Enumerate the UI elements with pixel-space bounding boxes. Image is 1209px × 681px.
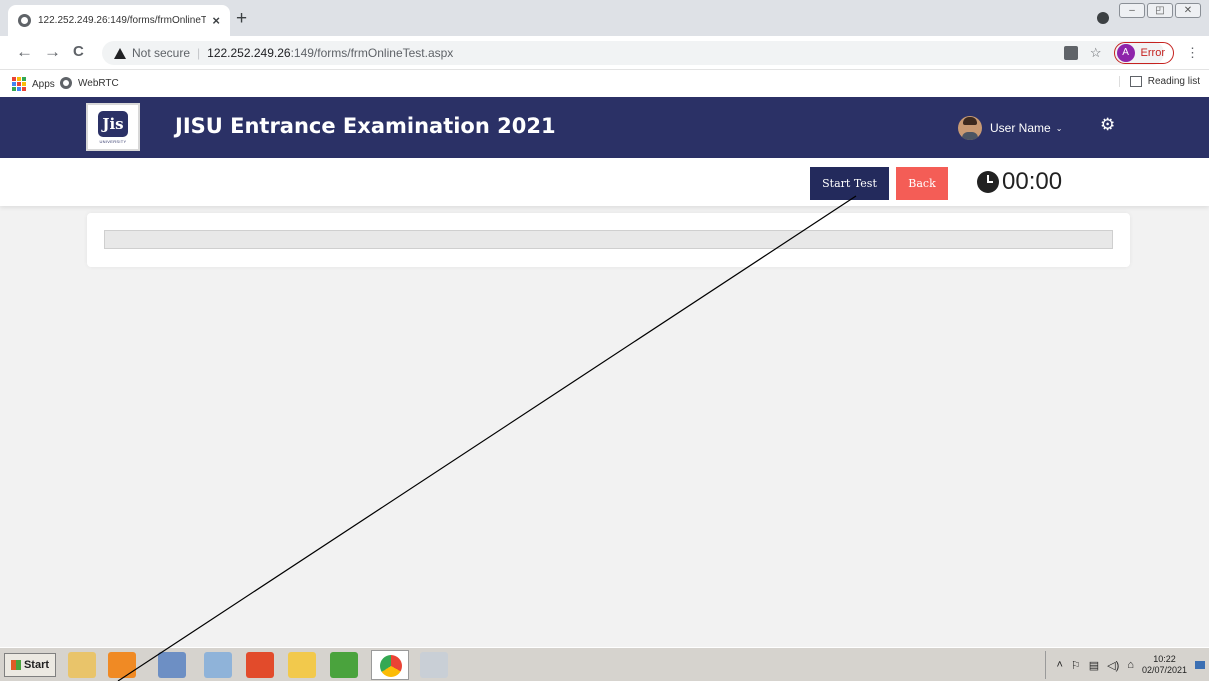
user-menu[interactable]: User Name ⌄ [958, 116, 1062, 140]
chrome-taskbar-button[interactable] [371, 650, 409, 680]
timer: 00:00 [977, 168, 1062, 196]
start-label: Start [23, 659, 50, 671]
warning-icon[interactable] [114, 47, 126, 59]
clock-icon [977, 171, 999, 193]
app-icon[interactable] [204, 652, 232, 678]
system-tray: ˄ ⚐ ▤ ◁) ⌂ 10:22 02/07/2021 [1045, 651, 1205, 679]
university-logo[interactable]: Jis UNIVERSITY [86, 103, 140, 151]
word-icon[interactable] [158, 652, 186, 678]
network-icon[interactable]: ▤ [1089, 659, 1099, 672]
address-separator: | [197, 46, 201, 60]
back-button[interactable]: Back [896, 167, 948, 200]
action-bar: Start Test Back 00:00 [0, 158, 1209, 206]
minimize-button[interactable]: – [1119, 3, 1145, 18]
reload-icon[interactable]: C [73, 43, 84, 61]
outlook-icon[interactable] [288, 652, 316, 678]
reading-list-label: Reading list [1147, 76, 1200, 87]
user-name: User Name [990, 121, 1051, 135]
bookmark-webrtc-label: WebRTC [78, 77, 119, 89]
apps-grid-icon [12, 77, 26, 91]
browser-tab-strip: 122.252.249.26:149/forms/frmOnlineTest.a… [0, 0, 1209, 36]
question-card [87, 213, 1130, 267]
tray-expand-icon[interactable]: ˄ [1056, 659, 1062, 671]
translate-icon[interactable] [1063, 46, 1078, 60]
url-host: 122.252.249.26 [207, 46, 291, 60]
tab-close-icon[interactable]: × [212, 13, 220, 28]
start-test-button[interactable]: Start Test [810, 167, 889, 200]
profile-status: Error [1140, 47, 1165, 59]
browser-tab[interactable]: 122.252.249.26:149/forms/frmOnlineTest.a… [8, 5, 230, 36]
tray-date: 02/07/2021 [1141, 665, 1187, 675]
bookmark-star-icon[interactable]: ☆ [1090, 45, 1102, 61]
bookmark-webrtc[interactable]: WebRTC [60, 77, 119, 89]
globe-icon [18, 14, 31, 27]
bookmark-apps-label: Apps [32, 78, 55, 90]
show-desktop-button[interactable] [1195, 661, 1205, 669]
power-icon[interactable]: ⌂ [1127, 659, 1134, 671]
media-indicator-icon[interactable] [1097, 12, 1109, 24]
maximize-button[interactable]: ◰ [1147, 3, 1173, 18]
back-arrow-icon[interactable]: ← [16, 43, 33, 61]
not-secure-label[interactable]: Not secure [132, 46, 190, 60]
windows-taskbar: Start ˄ ⚐ ▤ ◁) ⌂ 10:22 02/07/2021 [0, 647, 1209, 681]
profile-button[interactable]: A Error [1113, 42, 1174, 64]
bookmark-apps[interactable]: Apps [12, 77, 55, 91]
chevron-down-icon: ⌄ [1055, 123, 1063, 133]
avatar [958, 116, 982, 140]
volume-icon[interactable]: ◁) [1107, 659, 1119, 672]
timer-value: 00:00 [1002, 168, 1063, 195]
logo-subtext: UNIVERSITY [99, 138, 127, 144]
logo-mark: Jis [98, 110, 128, 137]
annotation-stroke [117, 195, 857, 681]
reading-list-button[interactable]: Reading list [1118, 76, 1200, 87]
bookmarks-bar: Apps WebRTC Reading list [0, 70, 1209, 97]
chrome-icon [380, 655, 402, 677]
file-explorer-icon[interactable] [68, 652, 96, 678]
progress-bar [104, 230, 1113, 249]
start-button[interactable]: Start [4, 653, 56, 677]
browser-toolbar: ← → C Not secure | 122.252.249.26:149/fo… [0, 36, 1209, 70]
flag-icon[interactable]: ⚐ [1071, 659, 1081, 672]
toolbar-right: ☆ A Error ⋮ [1063, 42, 1199, 64]
tray-time: 10:22 [1153, 654, 1176, 664]
globe-icon [60, 77, 72, 89]
address-bar[interactable]: Not secure | 122.252.249.26:149/forms/fr… [102, 41, 1164, 65]
window-controls: – ◰ ✕ [1119, 3, 1201, 18]
windows-flag-icon [10, 660, 21, 670]
page-title: JISU Entrance Examination 2021 [175, 114, 556, 138]
gear-icon[interactable]: ⚙ [1100, 115, 1115, 135]
profile-avatar: A [1116, 44, 1135, 62]
url-path: :149/forms/frmOnlineTest.aspx [290, 46, 454, 60]
menu-icon[interactable]: ⋮ [1186, 45, 1199, 61]
close-window-button[interactable]: ✕ [1175, 3, 1201, 18]
media-player-icon[interactable] [108, 652, 136, 678]
new-tab-button[interactable]: + [236, 8, 247, 30]
app-header: Jis UNIVERSITY JISU Entrance Examination… [0, 97, 1209, 158]
brave-icon[interactable] [246, 652, 274, 678]
forward-arrow-icon[interactable]: → [44, 43, 61, 61]
tools-icon[interactable] [420, 652, 448, 678]
tray-clock[interactable]: 10:22 02/07/2021 [1142, 654, 1187, 676]
reading-list-icon [1129, 76, 1142, 87]
excel-icon[interactable] [330, 652, 358, 678]
tab-title: 122.252.249.26:149/forms/frmOnlineTest.a… [38, 15, 206, 26]
